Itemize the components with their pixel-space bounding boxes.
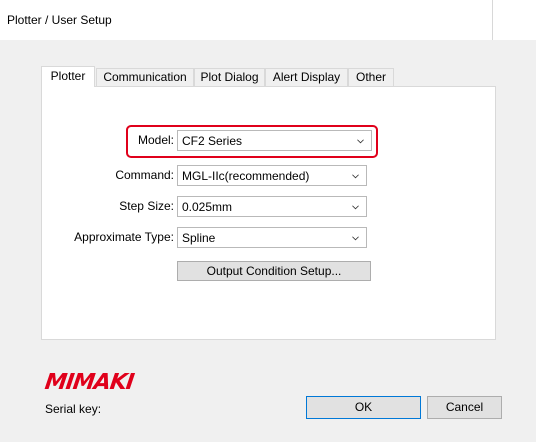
plotter-tab-panel: Model: CF2 Series Command: MGL-IIc(recom… bbox=[41, 86, 496, 340]
title-bar: Plotter / User Setup bbox=[0, 0, 536, 40]
approximate-type-label: Approximate Type: bbox=[74, 230, 174, 244]
approximate-type-select[interactable]: Spline bbox=[177, 227, 367, 248]
step-size-value: 0.025mm bbox=[182, 200, 233, 214]
serial-key-label: Serial key: bbox=[45, 402, 102, 416]
window-title: Plotter / User Setup bbox=[7, 13, 112, 27]
tab-other[interactable]: Other bbox=[348, 68, 394, 86]
mimaki-logo: MIMAKI bbox=[43, 370, 135, 395]
model-select[interactable]: CF2 Series bbox=[177, 130, 372, 151]
cancel-button[interactable]: Cancel bbox=[427, 396, 502, 419]
model-label: Model: bbox=[137, 133, 174, 147]
tab-communication[interactable]: Communication bbox=[96, 68, 194, 86]
model-value: CF2 Series bbox=[182, 134, 243, 148]
approximate-type-value: Spline bbox=[182, 231, 216, 245]
step-size-select[interactable]: 0.025mm bbox=[177, 196, 367, 217]
tab-plot-dialog[interactable]: Plot Dialog bbox=[194, 68, 265, 86]
command-select[interactable]: MGL-IIc(recommended) bbox=[177, 165, 367, 186]
user-setup-dialog: Plotter / User Setup Plotter Communicati… bbox=[0, 0, 536, 442]
chevron-down-icon bbox=[352, 174, 359, 179]
title-bar-divider bbox=[492, 0, 493, 40]
ok-button[interactable]: OK bbox=[306, 396, 421, 419]
chevron-down-icon bbox=[352, 236, 359, 241]
output-condition-setup-button[interactable]: Output Condition Setup... bbox=[177, 261, 371, 281]
tab-alert-display[interactable]: Alert Display bbox=[265, 68, 348, 86]
chevron-down-icon bbox=[357, 139, 364, 144]
command-label: Command: bbox=[115, 168, 174, 182]
chevron-down-icon bbox=[352, 205, 359, 210]
command-value: MGL-IIc(recommended) bbox=[182, 169, 310, 183]
tab-plotter[interactable]: Plotter bbox=[41, 66, 95, 87]
step-size-label: Step Size: bbox=[119, 199, 174, 213]
